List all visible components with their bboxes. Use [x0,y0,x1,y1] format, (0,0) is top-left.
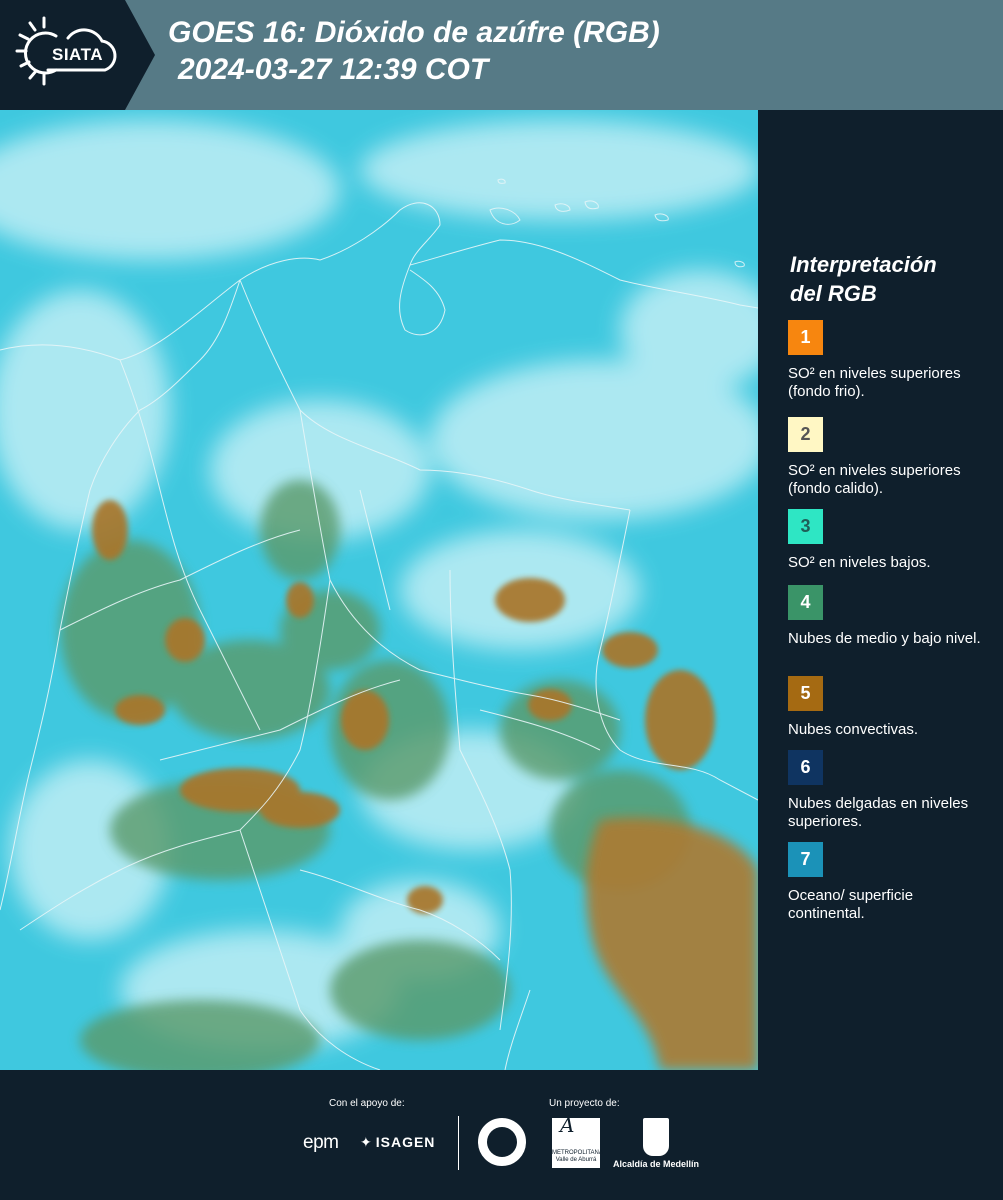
isagen-mark-icon: ✦ [360,1134,373,1150]
legend-item-5: 5 Nubes convectivas. [788,676,993,739]
legend-item-3: 3 SO² en niveles bajos. [788,509,993,572]
isagen-text: ISAGEN [375,1134,436,1150]
legend-title-line2: del RGB [790,281,877,306]
legend-number-1: 1 [800,327,811,347]
legend-label-6: Nubes delgadas en niveles superiores. [788,795,969,830]
legend-label-4: Nubes de medio y bajo nivel. [788,630,981,647]
legend-number-5: 5 [800,683,811,703]
legend-swatch-5: 5 [788,676,823,711]
area-script-icon: Á [560,1113,575,1137]
legend-number-3: 3 [800,516,811,536]
satellite-map[interactable] [0,110,758,1070]
support-label: Con el apoyo de: [329,1098,405,1109]
legend-label-2: SO² en niveles superiores (fondo calido)… [788,462,961,497]
legend-item-2: 2 SO² en niveles superiores (fondo calid… [788,417,993,498]
header-banner: SIATA GOES 16: Dióxido de azúfre (RGB) 2… [0,0,1003,110]
legend-number-4: 4 [800,592,811,612]
legend-number-6: 6 [800,757,811,777]
legend-item-7: 7 Oceano/ superficie continental. [788,842,993,923]
satellite-imagery [0,110,758,1070]
page-title: GOES 16: Dióxido de azúfre (RGB) 2024-03… [168,14,660,88]
legend-swatch-1: 1 [788,320,823,355]
legend-label-3: SO² en niveles bajos. [788,554,931,571]
medellin-seal-icon[interactable] [478,1118,526,1166]
isagen-logo[interactable]: ✦ ISAGEN [360,1134,435,1151]
siata-logo[interactable]: SIATA [0,0,155,110]
legend-label-1: SO² en niveles superiores (fondo frio). [788,365,961,400]
legend-item-4: 4 Nubes de medio y bajo nivel. [788,585,993,648]
legend-label-7: Oceano/ superficie continental. [788,887,914,922]
legend-label-5: Nubes convectivas. [788,721,919,738]
legend-swatch-4: 4 [788,585,823,620]
metro-sub: Valle de Aburrá [555,1157,597,1163]
footer-divider [458,1116,459,1170]
title-timestamp: 2024-03-27 12:39 COT [178,53,489,86]
legend-swatch-7: 7 [788,842,823,877]
title-product: GOES 16: Dióxido de azúfre (RGB) [168,16,660,49]
seal-inner [487,1127,517,1157]
logo-text: SIATA [52,45,103,64]
legend-swatch-2: 2 [788,417,823,452]
legend-number-7: 7 [800,849,811,869]
legend-number-2: 2 [800,424,811,444]
alcaldia-label: Alcaldía de Medellín [613,1159,700,1169]
area-metropolitana-logo[interactable]: Á METROPOLITANA Valle de Aburrá [552,1113,603,1168]
legend-item-1: 1 SO² en niveles superiores (fondo frio)… [788,320,993,401]
alcaldia-shield-icon[interactable] [643,1118,669,1156]
legend-swatch-3: 3 [788,509,823,544]
legend-title: Interpretación del RGB [790,250,990,308]
legend-panel: Interpretación del RGB 1 SO² en niveles … [758,110,1003,1070]
footer-sponsors: Con el apoyo de: Un proyecto de: epm ✦ IS… [0,1070,1003,1200]
legend-title-line1: Interpretación [790,252,937,277]
legend-item-6: 6 Nubes delgadas en niveles superiores. [788,750,993,831]
metro-name: METROPOLITANA [552,1150,603,1156]
project-label: Un proyecto de: [549,1098,620,1109]
legend-swatch-6: 6 [788,750,823,785]
epm-logo[interactable]: epm [303,1132,339,1154]
